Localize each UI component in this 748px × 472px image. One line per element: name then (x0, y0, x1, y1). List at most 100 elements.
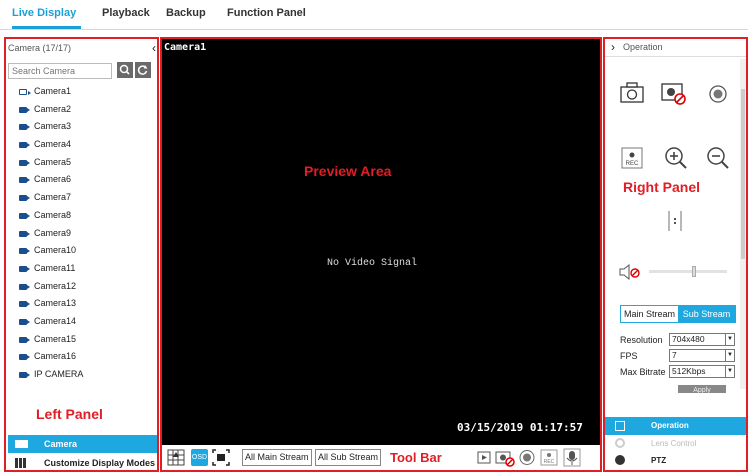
camera-list-item[interactable]: IP CAMERA (6, 366, 156, 384)
camera-list-header: Camera (17/17) ‹ (8, 41, 156, 57)
tab-playback[interactable]: Playback (102, 7, 150, 19)
search-camera-input[interactable] (8, 63, 112, 79)
camera-icon (19, 354, 27, 361)
operation-header-label: Operation (623, 42, 663, 52)
search-icon[interactable] (117, 62, 133, 78)
camera-list-item[interactable]: Camera8 (6, 207, 156, 225)
collapse-left-icon[interactable]: ‹ (152, 41, 156, 55)
camera-icon (15, 440, 28, 448)
camera-icon (19, 318, 27, 325)
camera-list-item[interactable]: Camera13 (6, 295, 156, 313)
camera-list-item[interactable]: Camera10 (6, 242, 156, 260)
preview-area-annotation: Preview Area (304, 163, 392, 179)
camera-list-item[interactable]: Camera12 (6, 278, 156, 296)
camera-icon (19, 124, 27, 131)
zoom-out-icon[interactable] (705, 145, 731, 176)
camera-list-item[interactable]: Camera6 (6, 171, 156, 189)
camera-icon (19, 283, 27, 290)
camera-icon (19, 336, 27, 343)
all-sub-stream-button[interactable]: All Sub Stream (315, 449, 382, 466)
disable-snapshot-icon[interactable] (660, 81, 688, 110)
disable-snapshot-icon[interactable] (495, 448, 515, 467)
toolbar: OSD All Main Stream All Sub Stream Tool … (162, 445, 600, 470)
max-bitrate-field: Max Bitrate 512Kbps ▼ (620, 365, 740, 379)
osd-camera-name: Camera1 (164, 42, 207, 53)
fullscreen-icon[interactable] (212, 448, 230, 467)
camera-list-item[interactable]: Camera9 (6, 225, 156, 243)
camera-icon (19, 177, 27, 184)
volume-slider-thumb[interactable] (692, 266, 696, 277)
camera-icon (19, 230, 27, 237)
ptz-menu-item[interactable]: PTZ (605, 452, 746, 469)
left-panel-annotation: Left Panel (36, 406, 103, 422)
lens-icon (615, 438, 625, 448)
app-root: Live Display Playback Backup Function Pa… (0, 0, 748, 472)
scrollbar-thumb[interactable] (741, 89, 745, 259)
active-tab-indicator (12, 26, 81, 29)
operation-icon (615, 421, 625, 431)
fps-field: FPS 7 ▼ (620, 349, 740, 363)
camera-icon (19, 159, 27, 166)
rec-icon[interactable]: REC (540, 448, 558, 467)
preview-area[interactable]: Camera1 Preview Area No Video Signal 03/… (160, 37, 602, 472)
camera-list-item[interactable]: Camera16 (6, 348, 156, 366)
no-video-signal-text: No Video Signal (327, 258, 418, 269)
tab-function-panel[interactable]: Function Panel (227, 7, 306, 19)
svg-text:REC: REC (626, 161, 639, 167)
camera-list-item[interactable]: Camera2 (6, 101, 156, 119)
camera-list-item[interactable]: Camera3 (6, 118, 156, 136)
camera-mode-button[interactable]: Camera (8, 435, 157, 453)
record-icon[interactable] (518, 448, 536, 467)
talk-icon[interactable] (563, 448, 581, 467)
camera-icon (19, 142, 27, 149)
chevron-down-icon: ▼ (725, 334, 734, 345)
camera-list: Camera1 Camera2 Camera3 Camera4 Camera5 … (6, 83, 156, 384)
tab-backup[interactable]: Backup (166, 7, 206, 19)
camera-icon (19, 248, 27, 255)
tab-live-display[interactable]: Live Display (12, 7, 76, 19)
top-nav: Live Display Playback Backup Function Pa… (0, 0, 748, 30)
camera-list-item[interactable]: Camera14 (6, 313, 156, 331)
fps-select[interactable]: 7 ▼ (669, 349, 735, 362)
aspect-ratio-icon[interactable] (665, 209, 685, 238)
operation-header: › Operation (607, 40, 745, 56)
zoom-in-icon[interactable] (663, 145, 689, 176)
snapshot-icon[interactable] (619, 81, 645, 108)
camera-icon (19, 372, 27, 378)
rec-icon[interactable]: REC (621, 147, 643, 174)
camera-list-item[interactable]: Camera5 (6, 154, 156, 172)
mute-icon[interactable] (618, 263, 642, 285)
camera-icon (19, 106, 27, 113)
expand-right-icon[interactable]: › (611, 40, 615, 54)
toolbar-annotation: Tool Bar (390, 450, 442, 465)
operation-menu-item[interactable]: Operation (605, 417, 746, 435)
apply-button[interactable]: Apply (678, 385, 726, 393)
divider (605, 56, 746, 57)
left-panel: Camera (17/17) ‹ Camera1 Camera2 Camera3… (4, 37, 159, 472)
max-bitrate-select[interactable]: 512Kbps ▼ (669, 365, 735, 378)
camera-icon (19, 265, 27, 272)
refresh-icon[interactable] (135, 62, 151, 78)
lens-control-menu-item[interactable]: Lens Control (605, 435, 746, 452)
right-panel: › Operation REC Right Panel Main Stream … (603, 37, 748, 472)
scrollbar[interactable] (740, 59, 746, 389)
max-bitrate-label: Max Bitrate (620, 367, 666, 377)
tab-main-stream[interactable]: Main Stream (621, 306, 678, 322)
camera-list-item[interactable]: Camera4 (6, 136, 156, 154)
camera-list-item[interactable]: Camera15 (6, 331, 156, 349)
resolution-select[interactable]: 704x480 ▼ (669, 333, 735, 346)
camera-list-item[interactable]: Camera7 (6, 189, 156, 207)
all-main-stream-button[interactable]: All Main Stream (242, 449, 312, 466)
osd-toggle-button[interactable]: OSD (191, 449, 208, 466)
camera-icon (19, 212, 27, 219)
customize-display-modes-button[interactable]: Customize Display Modes (8, 455, 157, 471)
playback-icon[interactable] (475, 448, 493, 467)
camera-list-item[interactable]: Camera1 (6, 83, 156, 101)
camera-list-item[interactable]: Camera11 (6, 260, 156, 278)
tab-sub-stream[interactable]: Sub Stream (678, 306, 735, 322)
screen-layout-icon[interactable] (167, 448, 185, 467)
record-icon[interactable] (708, 84, 728, 109)
camera-icon (19, 301, 27, 308)
volume-slider[interactable] (649, 270, 727, 273)
chevron-down-icon: ▼ (725, 366, 734, 377)
